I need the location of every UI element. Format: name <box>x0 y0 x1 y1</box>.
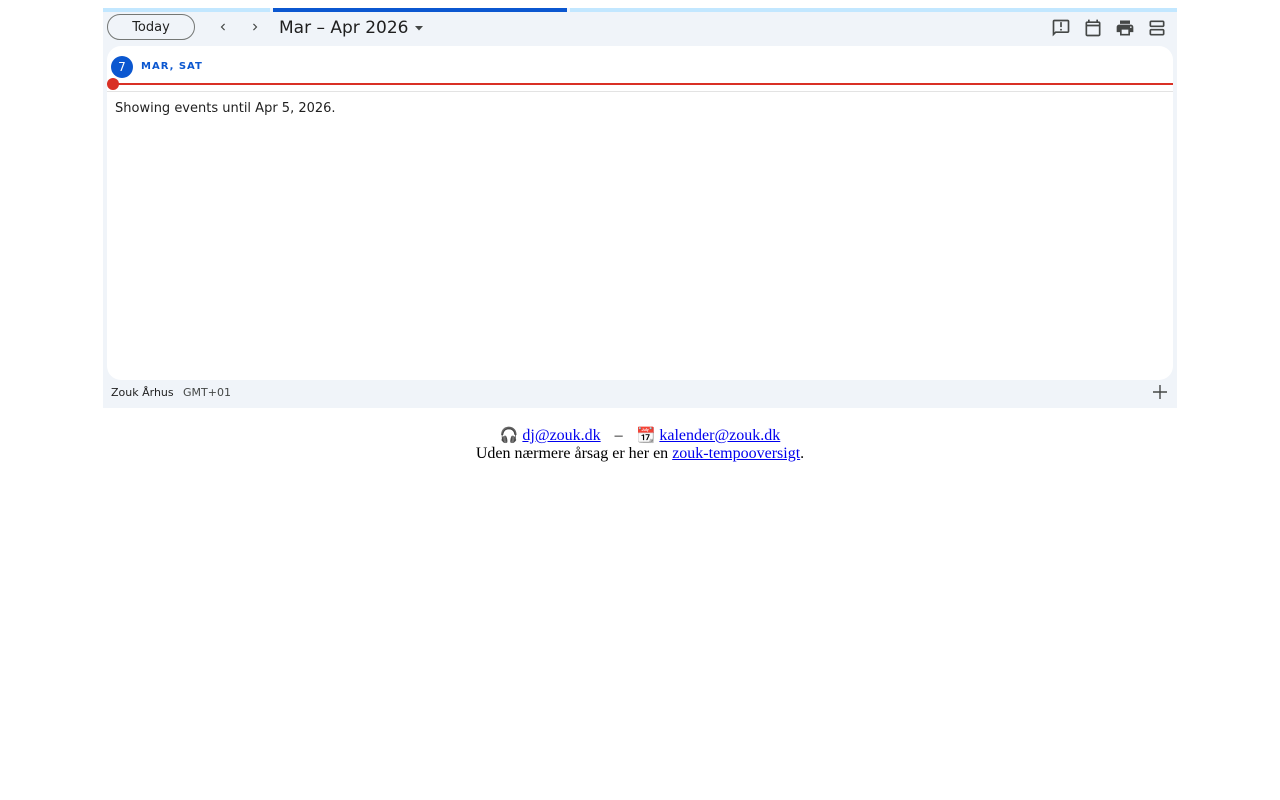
calendar-name: Zouk Århus <box>111 386 174 399</box>
print-icon <box>1116 20 1134 36</box>
dj-email-link[interactable]: dj@zouk.dk <box>522 427 600 444</box>
tempo-overview-link[interactable]: zouk-tempooversigt <box>672 445 800 462</box>
date-range-label: Mar – Apr 2026 <box>279 18 409 38</box>
agenda-view-button[interactable] <box>1144 15 1170 41</box>
headphones-icon: 🎧 <box>499 426 519 444</box>
calendar-email-link[interactable]: kalender@zouk.dk <box>659 427 780 444</box>
agenda-view-icon <box>1149 20 1165 36</box>
current-time-line <box>113 83 1173 85</box>
print-button[interactable] <box>1112 15 1138 41</box>
timezone-label: GMT+01 <box>183 386 231 399</box>
date-range-dropdown[interactable]: Mar – Apr 2026 <box>279 15 424 41</box>
next-button[interactable] <box>243 15 267 39</box>
calendar-toolbar: Today Mar – Apr 2026 <box>103 12 1177 46</box>
plus-icon <box>1153 385 1167 399</box>
chevron-right-icon <box>253 23 258 31</box>
calendar-emoji-icon: 📆 <box>636 426 656 444</box>
contact-line: 🎧 dj@zouk.dk – 📆 kalender@zouk.dk <box>0 426 1280 445</box>
calendar-footer: Zouk Århus GMT+01 <box>103 380 1177 408</box>
dropdown-caret-icon <box>414 23 424 33</box>
day-number-badge[interactable]: 7 <box>111 56 133 78</box>
agenda-panel: 7 MAR, SAT Showing events until Apr 5, 2… <box>107 46 1173 380</box>
day-label[interactable]: MAR, SAT <box>141 61 203 72</box>
today-button[interactable]: Today <box>107 14 195 40</box>
embedded-calendar: Today Mar – Apr 2026 7 MAR, SAT Showing … <box>103 8 1177 408</box>
tempo-note-text: Uden nærmere årsag er her en <box>475 445 673 462</box>
feedback-icon <box>1052 19 1070 37</box>
tempo-note-end: . <box>800 445 805 462</box>
chevron-left-icon <box>220 23 225 31</box>
calendar-icon <box>1085 19 1101 37</box>
add-to-google-calendar-button[interactable] <box>1150 382 1170 402</box>
feedback-button[interactable] <box>1048 15 1074 41</box>
divider <box>107 91 1173 92</box>
calendar-view-button[interactable] <box>1080 15 1106 41</box>
showing-until-text: Showing events until Apr 5, 2026. <box>115 101 336 116</box>
tempo-note: Uden nærmere årsag er her en zouk-tempoo… <box>0 445 1280 463</box>
contact-section: 🎧 dj@zouk.dk – 📆 kalender@zouk.dk Uden n… <box>0 426 1280 463</box>
previous-button[interactable] <box>211 15 235 39</box>
separator: – <box>614 427 623 444</box>
